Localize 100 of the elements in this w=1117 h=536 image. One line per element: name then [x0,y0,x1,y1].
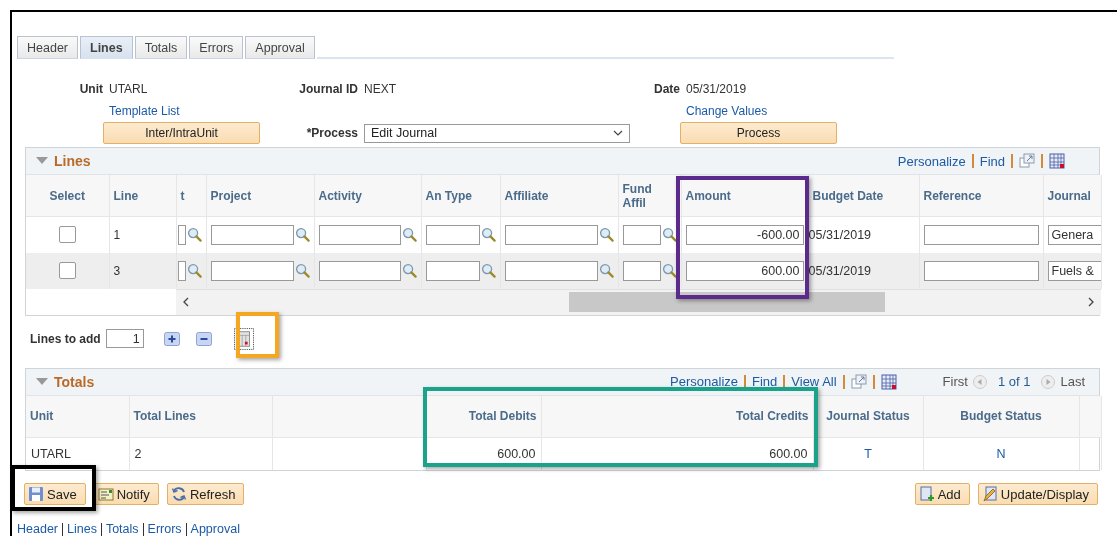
spreadsheet-icon[interactable] [880,373,897,390]
column-header: Affiliate [504,188,549,203]
add-button[interactable]: Add [914,483,970,505]
grid-link[interactable]: Personalize [897,153,966,169]
column-header: Total Credits [736,409,809,423]
grid-link[interactable]: Find [979,153,1005,169]
column-header: Activity [318,188,362,203]
status-link[interactable]: N [996,446,1006,461]
section-title: Totals [54,373,95,390]
budget-date: 05/31/2019 [808,227,872,242]
new-window-icon[interactable] [1019,153,1035,169]
amount-field[interactable]: 600.00 [685,260,804,281]
status-link[interactable]: T [864,446,872,461]
column-header: Line [113,188,139,203]
search-icon[interactable] [661,227,677,243]
inter-intraunit-button[interactable]: Inter/IntraUnit [103,122,260,144]
pencil-icon [981,486,998,502]
field-label: Unit [78,82,103,96]
process-button[interactable]: Process [680,122,837,144]
reference-field[interactable] [923,260,1039,281]
last-label: Last [1060,374,1085,389]
lines-to-add-field[interactable]: 1 [105,329,144,348]
spreadsheet-icon[interactable] [1049,153,1065,169]
horizontal-scrollbar[interactable] [176,288,1101,315]
journal-field[interactable]: Genera [1047,224,1100,245]
lookup-field[interactable] [318,224,401,245]
next-button[interactable] [1041,374,1056,389]
scroll-right-icon[interactable] [1087,297,1095,307]
table-cell: 2 [134,446,142,461]
note-icon [97,486,114,502]
first-label: First [942,374,968,389]
reference-field[interactable] [923,224,1039,245]
footer-link[interactable]: Errors [147,522,182,536]
column-header: Reference [923,188,982,203]
collapse-icon[interactable] [36,157,48,165]
footer-link[interactable]: Totals [105,522,139,536]
row-count: 1 of 1 [997,374,1031,389]
line-number: 3 [113,263,121,278]
add-row-button[interactable] [163,331,180,346]
section-title: Lines [54,153,91,169]
delete-row-button[interactable] [195,331,212,346]
refresh-button[interactable]: Refresh [166,483,245,505]
field-label: *Process [305,126,358,140]
lookup-field[interactable] [177,224,186,245]
chevron-down-icon [613,130,623,136]
field-value: 05/31/2019 [685,82,748,96]
search-icon[interactable] [661,263,677,278]
field-value: UTARL [108,82,149,96]
grid-link[interactable]: Find [752,374,778,389]
tab[interactable]: Approval [245,36,315,59]
footer-link[interactable]: Header [17,522,58,536]
column-header: t [180,188,185,203]
lookup-field[interactable] [318,260,401,281]
tab[interactable]: Totals [134,36,188,59]
lookup-field[interactable] [210,224,294,245]
template-list-link[interactable]: Template List [109,104,180,118]
notify-button[interactable]: Notify [93,483,159,505]
column-header: Journal [1047,188,1091,203]
column-header: Total Lines [133,409,196,423]
process-dropdown[interactable]: Edit Journal [364,123,630,143]
budget-date: 05/31/2019 [808,263,872,278]
select-checkbox[interactable] [58,262,76,279]
column-header: Budget Date [812,188,884,203]
change-values-link[interactable]: Change Values [686,104,768,118]
column-header: Select [49,188,85,203]
lookup-field[interactable] [622,260,661,281]
field-label: Date [653,82,680,96]
field-label: Lines to add [30,331,101,346]
select-checkbox[interactable] [58,226,76,244]
tab[interactable]: Header [17,36,78,59]
document-plus-icon [918,486,935,502]
refresh-icon [170,486,187,502]
save-button[interactable]: Save [24,483,86,505]
column-header: An Type [425,188,472,203]
lookup-field[interactable] [177,260,186,281]
scroll-left-icon[interactable] [182,297,190,307]
line-number: 1 [113,227,121,242]
footer-link[interactable]: Approval [190,522,240,536]
update-display-button[interactable]: Update/Display [977,483,1098,505]
lookup-field[interactable] [210,260,294,281]
tab[interactable]: Lines [80,36,133,59]
lookup-field[interactable] [504,224,598,245]
field-value: NEXT [363,82,397,96]
lookup-field[interactable] [504,260,598,281]
tab[interactable]: Errors [189,36,244,59]
journal-field[interactable]: Fuels & [1047,260,1100,281]
lookup-field[interactable] [425,224,480,245]
column-header: Unit [30,409,54,423]
column-header: Fund Affil [622,181,652,210]
new-window-icon[interactable] [850,373,867,390]
lookup-field[interactable] [622,224,661,245]
amount-field[interactable]: -600.00 [685,224,804,245]
lookup-field[interactable] [425,260,480,281]
collapse-icon[interactable] [36,377,48,386]
table-cell: 600.00 [497,446,536,461]
grid-link[interactable]: View All [791,374,837,389]
field-label: Journal ID [298,82,358,96]
grid-link[interactable]: Personalize [670,374,738,389]
previous-button[interactable] [972,374,987,389]
footer-link[interactable]: Lines [67,522,97,536]
